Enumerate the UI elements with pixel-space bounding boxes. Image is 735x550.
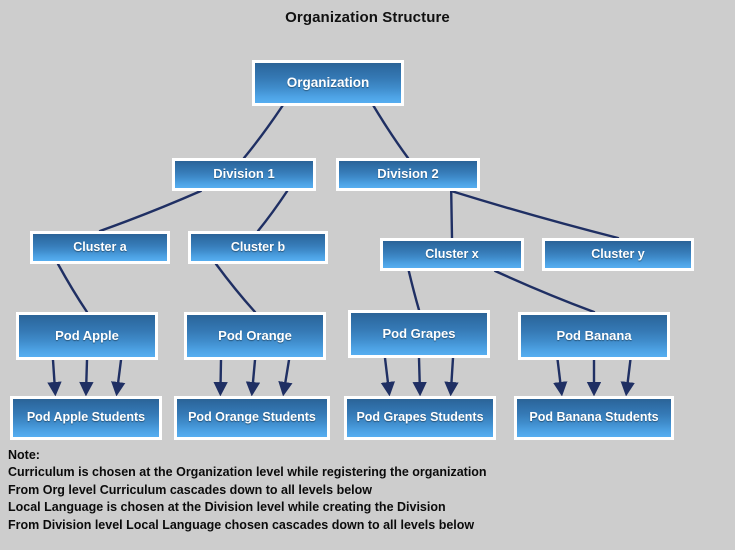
- node-label: Cluster b: [230, 239, 286, 254]
- node-label: Pod Banana: [556, 327, 632, 343]
- node-pod-apple[interactable]: Pod Apple: [16, 312, 158, 360]
- node-pod-banana[interactable]: Pod Banana: [518, 312, 670, 360]
- node-cluster-x[interactable]: Cluster x: [380, 238, 524, 271]
- node-label: Division 1: [213, 166, 275, 182]
- node-cluster-y[interactable]: Cluster y: [542, 238, 694, 271]
- note-line: From Org level Curriculum cascades down …: [8, 482, 373, 497]
- node-label: Cluster y: [591, 246, 645, 261]
- node-label: Pod Banana Students: [529, 410, 659, 425]
- node-label: Pod Apple: [55, 327, 119, 343]
- node-label: Cluster a: [73, 239, 127, 254]
- node-label: Cluster x: [425, 246, 479, 261]
- node-label: Pod Grapes: [382, 325, 456, 341]
- node-cluster-a[interactable]: Cluster a: [30, 231, 170, 264]
- diagram-canvas: Organization Structure Organization Divi…: [0, 0, 735, 550]
- node-label: Pod Grapes Students: [356, 410, 484, 425]
- node-cluster-b[interactable]: Cluster b: [188, 231, 328, 264]
- node-label: Pod Apple Students: [26, 410, 146, 425]
- node-pod-banana-students[interactable]: Pod Banana Students: [514, 396, 674, 440]
- note-line: Curriculum is chosen at the Organization…: [8, 465, 487, 480]
- note-block: Note: Curriculum is chosen at the Organi…: [8, 447, 708, 534]
- node-division-2[interactable]: Division 2: [336, 158, 480, 191]
- note-heading: Note:: [8, 448, 40, 462]
- node-label: Pod Orange: [218, 327, 292, 343]
- node-label: Organization: [286, 74, 370, 90]
- node-pod-orange-students[interactable]: Pod Orange Students: [174, 396, 330, 440]
- node-division-1[interactable]: Division 1: [172, 158, 316, 191]
- node-pod-apple-students[interactable]: Pod Apple Students: [10, 396, 162, 440]
- node-pod-orange[interactable]: Pod Orange: [184, 312, 326, 360]
- node-pod-grapes[interactable]: Pod Grapes: [348, 310, 490, 358]
- note-line: Local Language is chosen at the Division…: [8, 500, 446, 515]
- node-organization[interactable]: Organization: [252, 60, 404, 106]
- node-pod-grapes-students[interactable]: Pod Grapes Students: [344, 396, 496, 440]
- node-label: Division 2: [377, 166, 439, 182]
- note-line: From Division level Local Language chose…: [8, 517, 475, 532]
- node-label: Pod Orange Students: [188, 410, 316, 425]
